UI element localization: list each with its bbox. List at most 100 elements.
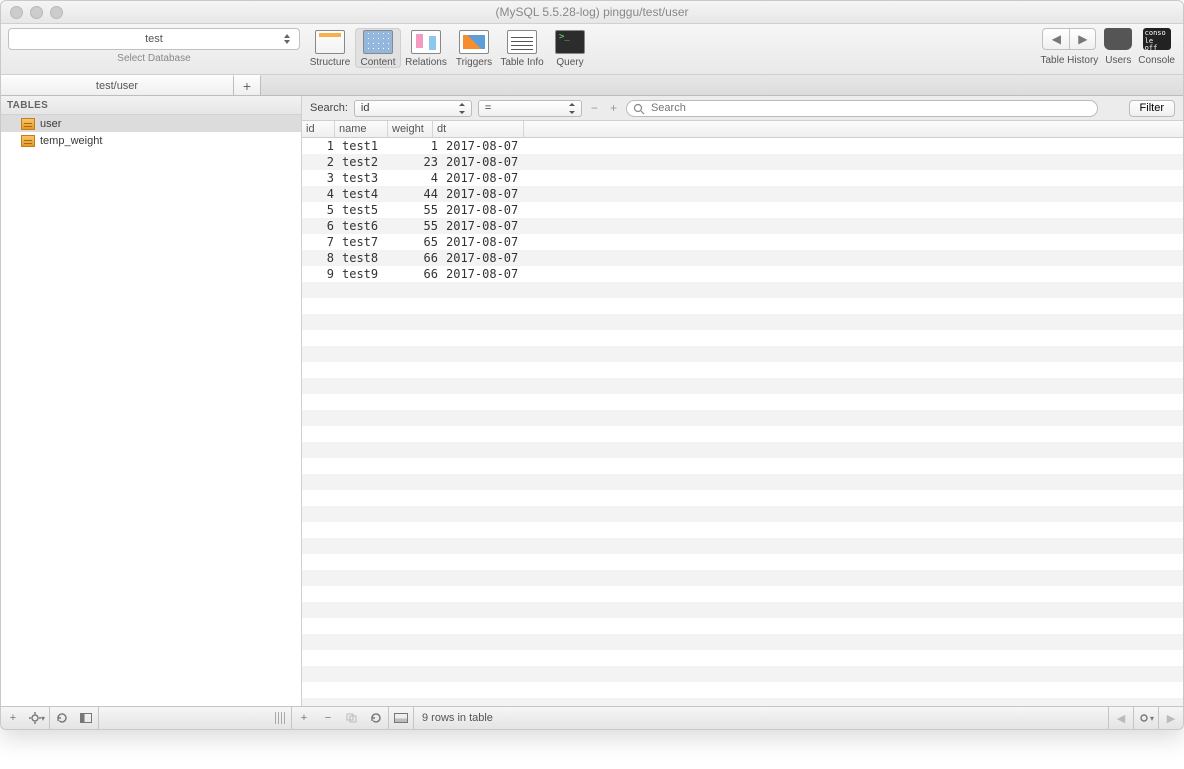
cell-weight: 65 [394, 235, 442, 249]
table-row[interactable]: 1test112017-08-07 [302, 138, 1183, 154]
table-info-icon [507, 30, 537, 54]
empty-row [302, 362, 1183, 378]
col-dt[interactable]: dt [433, 121, 524, 137]
tab-add[interactable]: + [234, 75, 261, 95]
relations-icon [411, 30, 441, 54]
page-gear-button[interactable]: ▾ [1134, 707, 1158, 729]
toolbar-users[interactable]: Users [1104, 28, 1132, 66]
page-prev-button[interactable]: ◀ [1109, 707, 1133, 729]
table-row[interactable]: 2test2232017-08-07 [302, 154, 1183, 170]
content-icon [363, 30, 393, 54]
empty-row [302, 650, 1183, 666]
search-field-select[interactable]: id [354, 100, 472, 117]
col-weight[interactable]: weight [388, 121, 433, 137]
console-icon: conso le off [1143, 28, 1171, 50]
table-row[interactable]: 5test5552017-08-07 [302, 202, 1183, 218]
table-row[interactable]: 7test7652017-08-07 [302, 234, 1183, 250]
search-icon [633, 103, 645, 115]
minimize-window-icon[interactable] [30, 6, 43, 19]
sidebar-item-label: user [40, 118, 61, 130]
search-input-wrap [626, 100, 1098, 117]
history-back-button[interactable]: ◀ [1043, 29, 1069, 49]
tables-sidebar: TABLES user temp_weight [1, 96, 302, 706]
empty-row [302, 570, 1183, 586]
table-row[interactable]: 3test342017-08-07 [302, 170, 1183, 186]
search-op-select[interactable]: = [478, 100, 582, 117]
sidebar-add-button[interactable]: + [1, 707, 25, 729]
cell-name: test4 [338, 187, 394, 201]
toolbar-relations[interactable]: Relations [403, 28, 449, 68]
row-remove-button[interactable]: − [316, 707, 340, 729]
col-id[interactable]: id [302, 121, 335, 137]
tab-main[interactable]: test/user [1, 75, 234, 95]
cell-name: test2 [338, 155, 394, 169]
cell-dt: 2017-08-07 [442, 171, 536, 185]
cell-weight: 55 [394, 203, 442, 217]
table-icon [21, 118, 35, 130]
duplicate-icon [346, 713, 358, 723]
query-icon [555, 30, 585, 54]
filter-button[interactable]: Filter [1129, 100, 1175, 117]
tab-strip: test/user + [1, 75, 1183, 96]
sidebar-refresh-button[interactable] [50, 707, 74, 729]
close-window-icon[interactable] [10, 6, 23, 19]
table-row[interactable]: 6test6552017-08-07 [302, 218, 1183, 234]
sidebar-item-user[interactable]: user [1, 115, 301, 132]
database-select-value: test [145, 33, 163, 45]
toolbar-console[interactable]: conso le off Console [1138, 28, 1175, 66]
table-row[interactable]: 8test8662017-08-07 [302, 250, 1183, 266]
empty-row [302, 330, 1183, 346]
sidebar-resize-handle[interactable] [275, 712, 285, 724]
row-add-button[interactable]: + [292, 707, 316, 729]
col-spacer [524, 121, 1183, 137]
cell-id: 4 [302, 187, 338, 201]
toolbar-query[interactable]: Query [547, 28, 593, 68]
refresh-icon [56, 712, 68, 724]
toolbar-triggers[interactable]: Triggers [451, 28, 497, 68]
cell-id: 7 [302, 235, 338, 249]
sidebar-item-temp-weight[interactable]: temp_weight [1, 132, 301, 149]
empty-row [302, 378, 1183, 394]
content-pane-toggle[interactable] [389, 707, 413, 729]
search-input[interactable] [649, 101, 1093, 115]
col-name[interactable]: name [335, 121, 388, 137]
grid-header: id name weight dt [302, 121, 1183, 138]
grid-body[interactable]: 1test112017-08-072test2232017-08-073test… [302, 138, 1183, 706]
zoom-window-icon[interactable] [50, 6, 63, 19]
cell-name: test6 [338, 219, 394, 233]
cell-dt: 2017-08-07 [442, 251, 536, 265]
gear-icon [29, 712, 41, 724]
sidebar-list: user temp_weight [1, 115, 301, 706]
toolbar-table-info[interactable]: Table Info [499, 28, 545, 68]
table-row[interactable]: 9test9662017-08-07 [302, 266, 1183, 282]
sidebar-header: TABLES [1, 96, 301, 115]
empty-row [302, 282, 1183, 298]
toolbar-content[interactable]: Content [355, 28, 401, 68]
empty-row [302, 298, 1183, 314]
database-select-caption: Select Database [117, 53, 190, 64]
history-forward-button[interactable]: ▶ [1069, 29, 1095, 49]
empty-row [302, 442, 1183, 458]
empty-row [302, 394, 1183, 410]
empty-row [302, 474, 1183, 490]
empty-row [302, 698, 1183, 706]
page-next-button[interactable]: ▶ [1159, 707, 1183, 729]
content-refresh-button[interactable] [364, 707, 388, 729]
table-row[interactable]: 4test4442017-08-07 [302, 186, 1183, 202]
cell-name: test9 [338, 267, 394, 281]
refresh-icon [370, 712, 382, 724]
sidebar-gear-button[interactable]: ▾ [25, 707, 49, 729]
row-duplicate-button[interactable] [340, 707, 364, 729]
add-filter-icon[interactable]: + [607, 101, 620, 115]
sidebar-toggle-button[interactable] [74, 707, 98, 729]
toolbar-structure[interactable]: Structure [307, 28, 353, 68]
remove-filter-icon[interactable]: − [588, 101, 601, 115]
cell-name: test3 [338, 171, 394, 185]
empty-row [302, 410, 1183, 426]
cell-dt: 2017-08-07 [442, 155, 536, 169]
cell-name: test5 [338, 203, 394, 217]
empty-row [302, 426, 1183, 442]
triggers-icon [459, 30, 489, 54]
cell-weight: 4 [394, 171, 442, 185]
database-select[interactable]: test [8, 28, 300, 50]
